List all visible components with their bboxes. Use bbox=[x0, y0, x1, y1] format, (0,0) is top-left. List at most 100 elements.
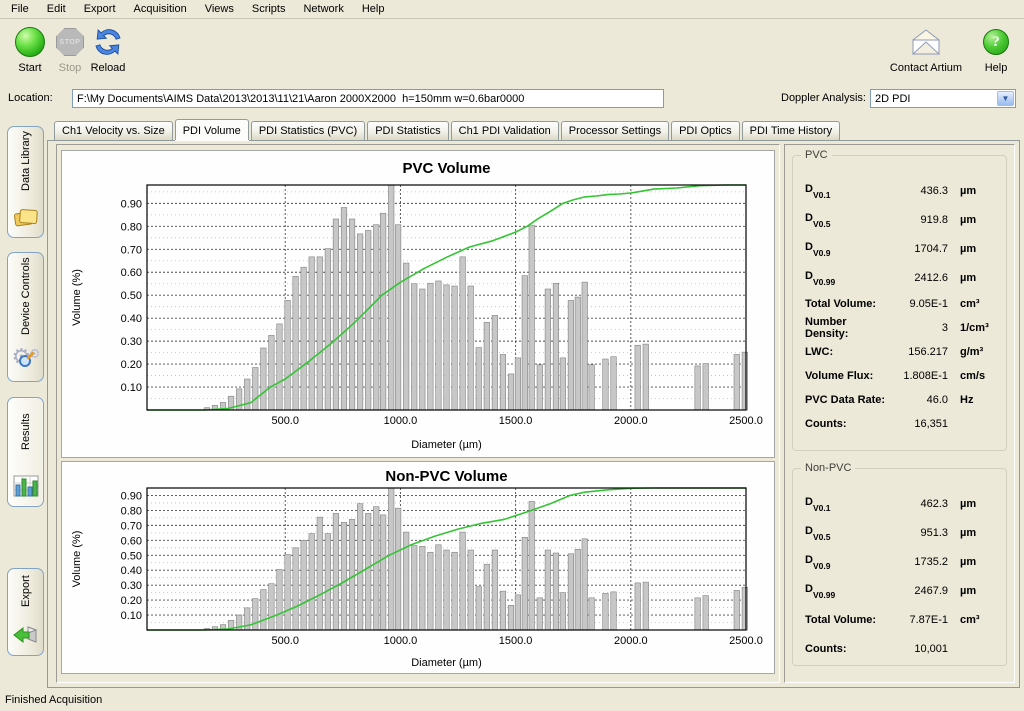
pvc-groupbox-title: PVC bbox=[801, 149, 832, 161]
sidebar-item-label: Device Controls bbox=[20, 253, 32, 344]
menu-bar: FileEditExportAcquisitionViewsScriptsNet… bbox=[0, 0, 1024, 19]
stat-value: 1735.2 bbox=[890, 556, 954, 568]
tab-pdi-volume[interactable]: PDI Volume bbox=[175, 119, 249, 140]
menu-item-help[interactable]: Help bbox=[353, 1, 394, 18]
stat-unit: cm³ bbox=[954, 614, 1000, 626]
location-row: Location: Doppler Analysis: 2D PDI ▼ bbox=[0, 87, 1024, 111]
stat-value: 46.0 bbox=[890, 394, 954, 406]
nonpvc-stat-row: DV0.5951.3µm bbox=[805, 518, 1000, 547]
stat-value: 2467.9 bbox=[890, 585, 954, 597]
tab-ch1-pdi-validation[interactable]: Ch1 PDI Validation bbox=[451, 121, 559, 140]
svg-text:PVC Volume: PVC Volume bbox=[402, 160, 490, 177]
svg-text:2000.0: 2000.0 bbox=[614, 415, 648, 427]
stat-unit: µm bbox=[954, 585, 1000, 597]
sidebar-item-device-controls[interactable]: Device Controls⚙⚙ bbox=[7, 252, 44, 382]
contact-artium-label: Contact Artium bbox=[884, 62, 968, 74]
menu-item-views[interactable]: Views bbox=[196, 1, 243, 18]
tab-pdi-optics[interactable]: PDI Optics bbox=[671, 121, 740, 140]
stat-label: DV0.5 bbox=[805, 212, 890, 226]
location-input[interactable] bbox=[72, 89, 664, 108]
tab-pdi-statistics[interactable]: PDI Statistics bbox=[367, 121, 448, 140]
doppler-analysis-select[interactable]: 2D PDI ▼ bbox=[870, 89, 1016, 108]
stat-value: 156.217 bbox=[890, 346, 954, 358]
stat-value: 919.8 bbox=[890, 214, 954, 226]
svg-text:0.50: 0.50 bbox=[121, 550, 142, 562]
help-label: Help bbox=[974, 62, 1018, 74]
sidebar-item-label: Results bbox=[20, 398, 32, 469]
stat-label: DV0.1 bbox=[805, 183, 890, 197]
stat-unit: µm bbox=[954, 214, 1000, 226]
menu-item-network[interactable]: Network bbox=[294, 1, 352, 18]
stat-unit: µm bbox=[954, 498, 1000, 510]
stat-label: Number Density: bbox=[805, 316, 890, 340]
svg-text:0.70: 0.70 bbox=[121, 244, 142, 256]
stat-label: Total Volume: bbox=[805, 298, 890, 310]
menu-item-file[interactable]: File bbox=[2, 1, 38, 18]
menu-item-edit[interactable]: Edit bbox=[38, 1, 75, 18]
tab-pdi-time-history[interactable]: PDI Time History bbox=[742, 121, 841, 140]
stat-value: 16,351 bbox=[890, 418, 954, 430]
svg-text:0.40: 0.40 bbox=[121, 565, 142, 577]
stat-unit: 1/cm³ bbox=[954, 322, 1000, 334]
menu-item-acquisition[interactable]: Acquisition bbox=[125, 1, 196, 18]
stat-label: DV0.9 bbox=[805, 241, 890, 255]
envelope-icon bbox=[909, 29, 943, 56]
stat-label: PVC Data Rate: bbox=[805, 394, 890, 406]
svg-text:Diameter (µm): Diameter (µm) bbox=[411, 657, 482, 669]
main-panel: 500.01000.01500.02000.02500.00.100.200.3… bbox=[47, 140, 1020, 688]
svg-text:2000.0: 2000.0 bbox=[614, 635, 648, 647]
stat-label: Counts: bbox=[805, 643, 890, 655]
stat-value: 462.3 bbox=[890, 498, 954, 510]
stat-value: 3 bbox=[890, 322, 954, 334]
svg-text:0.20: 0.20 bbox=[121, 359, 142, 371]
toolbar: Start STOP Stop Reload Contact Artium ? … bbox=[0, 21, 1024, 85]
status-bar: Finished Acquisition bbox=[0, 689, 1024, 711]
nonpvc-volume-chart: 500.01000.01500.02000.02500.00.100.200.3… bbox=[62, 462, 774, 673]
help-icon: ? bbox=[983, 29, 1009, 55]
stat-value: 1704.7 bbox=[890, 243, 954, 255]
stat-unit: µm bbox=[954, 527, 1000, 539]
svg-text:0.90: 0.90 bbox=[121, 198, 142, 210]
menu-item-export[interactable]: Export bbox=[75, 1, 125, 18]
nonpvc-groupbox-title: Non-PVC bbox=[801, 462, 855, 474]
sidebar-item-results[interactable]: Results bbox=[7, 397, 44, 507]
stat-value: 951.3 bbox=[890, 527, 954, 539]
svg-text:500.0: 500.0 bbox=[271, 415, 299, 427]
start-icon bbox=[15, 27, 45, 57]
stat-unit: µm bbox=[954, 556, 1000, 568]
sidebar-item-export[interactable]: Export bbox=[7, 568, 44, 656]
stat-label: DV0.1 bbox=[805, 496, 890, 510]
tab-pdi-statistics-pvc-[interactable]: PDI Statistics (PVC) bbox=[251, 121, 365, 140]
reload-button[interactable]: Reload bbox=[80, 25, 136, 74]
svg-text:0.90: 0.90 bbox=[121, 490, 142, 502]
svg-text:0.10: 0.10 bbox=[121, 610, 142, 622]
pvc-volume-chart: 500.01000.01500.02000.02500.00.100.200.3… bbox=[62, 151, 774, 457]
export-arrow-icon bbox=[12, 622, 40, 648]
svg-text:0.30: 0.30 bbox=[121, 336, 142, 348]
stat-value: 1.808E-1 bbox=[890, 370, 954, 382]
sidebar-item-data-library[interactable]: Data Library bbox=[7, 126, 44, 238]
location-label: Location: bbox=[8, 92, 53, 104]
data-library-folders-icon bbox=[12, 204, 40, 230]
svg-text:2500.0: 2500.0 bbox=[729, 415, 763, 427]
nonpvc-stat-row: DV0.1462.3µm bbox=[805, 489, 1000, 518]
stat-label: DV0.9 bbox=[805, 554, 890, 568]
pvc-stats-groupbox: PVC DV0.1436.3µmDV0.5919.8µmDV0.91704.7µ… bbox=[792, 155, 1007, 451]
reload-icon bbox=[92, 26, 124, 58]
status-text: Finished Acquisition bbox=[5, 694, 102, 706]
help-button[interactable]: ? Help bbox=[974, 25, 1018, 74]
stat-value: 10,001 bbox=[890, 643, 954, 655]
svg-text:2500.0: 2500.0 bbox=[729, 635, 763, 647]
svg-text:500.0: 500.0 bbox=[271, 635, 299, 647]
doppler-analysis-value: 2D PDI bbox=[871, 93, 997, 105]
stat-label: DV0.5 bbox=[805, 525, 890, 539]
pvc-stat-row: DV0.5919.8µm bbox=[805, 205, 1000, 234]
pvc-volume-chart-panel: 500.01000.01500.02000.02500.00.100.200.3… bbox=[61, 150, 775, 458]
stat-value: 436.3 bbox=[890, 185, 954, 197]
tab-strip: Ch1 Velocity vs. SizePDI VolumePDI Stati… bbox=[47, 119, 1020, 140]
tab-processor-settings[interactable]: Processor Settings bbox=[561, 121, 669, 140]
stat-unit: µm bbox=[954, 243, 1000, 255]
contact-artium-button[interactable]: Contact Artium bbox=[884, 25, 968, 74]
tab-ch1-velocity-vs-size[interactable]: Ch1 Velocity vs. Size bbox=[54, 121, 173, 140]
menu-item-scripts[interactable]: Scripts bbox=[243, 1, 295, 18]
